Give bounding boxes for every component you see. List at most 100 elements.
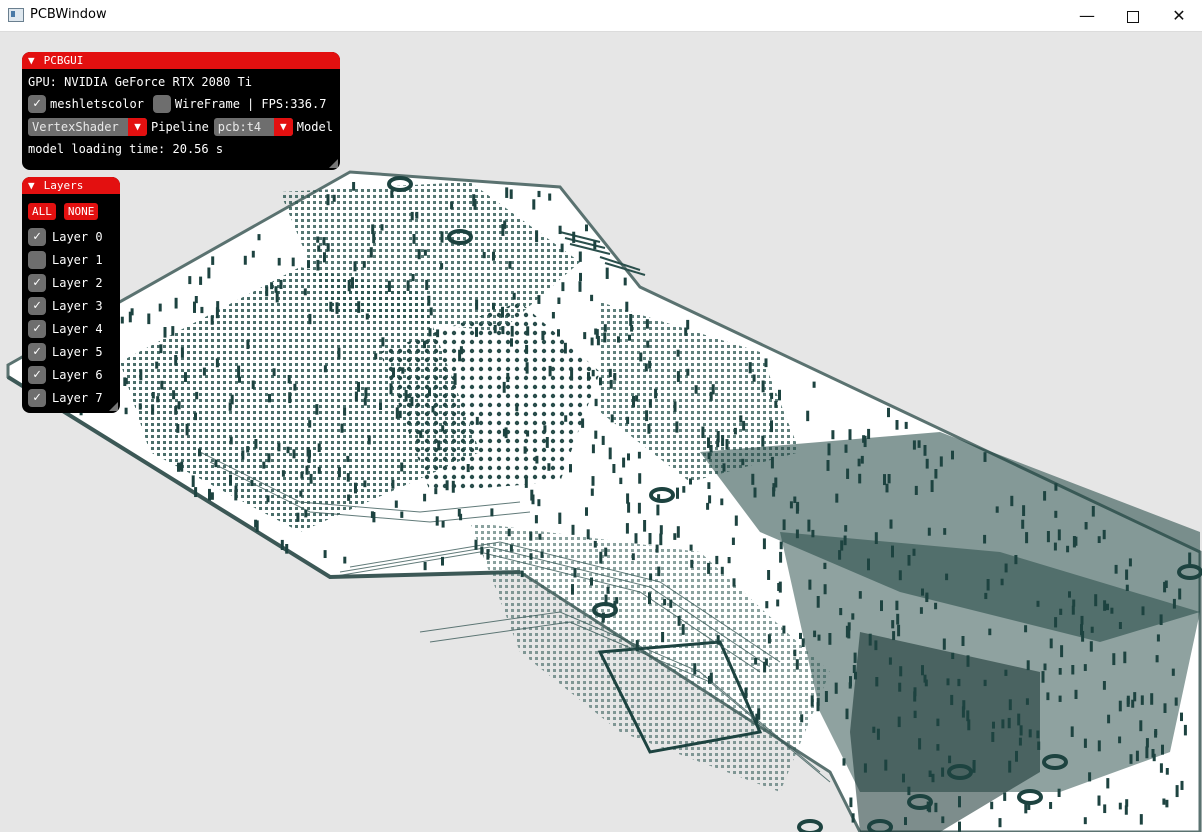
component-pin <box>534 515 538 524</box>
component-pin <box>1110 607 1114 614</box>
component-pin <box>188 276 192 285</box>
model-label: Model <box>296 119 333 134</box>
component-pin <box>1094 594 1098 607</box>
pcbgui-header[interactable]: ▼ PCBGUI <box>22 52 340 69</box>
component-pin <box>1057 788 1061 797</box>
pcbgui-panel[interactable]: ▼ PCBGUI GPU: NVIDIA GeForce RTX 2080 Ti… <box>22 52 340 170</box>
collapse-triangle-icon[interactable]: ▼ <box>28 179 35 192</box>
layer-row[interactable]: ✓ Layer 4 <box>28 317 114 340</box>
component-pin <box>972 760 976 771</box>
layer-label: Layer 7 <box>52 390 103 405</box>
component-pin <box>343 556 347 564</box>
component-pin <box>880 600 883 612</box>
component-pin <box>207 267 211 279</box>
layer-checkbox[interactable]: ✓ <box>28 296 46 315</box>
component-pin <box>1008 760 1012 773</box>
component-pin <box>590 337 594 346</box>
layer-checkbox[interactable]: ✓ <box>28 342 46 361</box>
component-pin <box>326 194 330 206</box>
layer-checkbox[interactable]: ✓ <box>28 227 46 246</box>
layer-checkbox[interactable]: ✓ <box>28 273 46 292</box>
resize-grip-icon[interactable] <box>109 402 118 411</box>
component-pin <box>1150 693 1154 705</box>
component-pin <box>876 728 880 740</box>
component-pin <box>251 380 255 389</box>
component-pin <box>983 679 987 687</box>
layers-header[interactable]: ▼ Layers <box>22 177 120 194</box>
component-pin <box>151 404 155 415</box>
layer-checkbox[interactable] <box>28 250 46 269</box>
component-pin <box>279 279 283 289</box>
select-all-layers-button[interactable]: ALL <box>28 202 56 220</box>
component-pin <box>351 277 354 289</box>
component-pin <box>872 726 876 733</box>
component-pin <box>1107 714 1111 724</box>
select-none-layers-button[interactable]: NONE <box>63 202 99 220</box>
component-pin <box>904 817 907 826</box>
component-pin <box>659 525 663 535</box>
layer-row[interactable]: ✓ Layer 3 <box>28 294 114 317</box>
layers-panel[interactable]: ▼ Layers ALL NONE ✓ Layer 0 Layer 1 ✓ Layer … <box>22 177 120 413</box>
component-pin <box>762 538 766 550</box>
component-pin <box>417 249 421 260</box>
layer-row[interactable]: Layer 1 <box>28 248 114 271</box>
component-pin <box>734 515 738 526</box>
component-pin <box>238 376 241 383</box>
component-pin <box>834 682 838 694</box>
model-select[interactable]: pcb:t4 ▼ <box>213 117 293 136</box>
component-pin <box>912 440 916 450</box>
layer-row[interactable]: ✓ Layer 0 <box>28 225 114 248</box>
resize-grip-icon[interactable] <box>329 159 338 168</box>
component-pin <box>440 263 444 270</box>
chevron-down-icon[interactable]: ▼ <box>128 117 147 136</box>
minimize-button[interactable]: — <box>1064 0 1110 31</box>
component-pin <box>581 418 585 428</box>
component-pin <box>411 274 415 282</box>
component-pin <box>379 402 382 411</box>
chevron-down-icon[interactable]: ▼ <box>273 117 293 136</box>
component-pin <box>510 325 514 337</box>
close-button[interactable]: ✕ <box>1156 0 1202 31</box>
pcbgui-title: PCBGUI <box>43 54 84 67</box>
component-pin <box>211 256 215 265</box>
component-pin <box>551 312 555 319</box>
component-pin <box>715 555 719 565</box>
component-pin <box>354 482 357 494</box>
component-pin <box>1125 799 1129 807</box>
component-pin <box>1071 605 1075 615</box>
component-pin <box>942 638 946 650</box>
component-pin <box>793 496 797 504</box>
meshletscolor-checkbox[interactable]: ✓ <box>28 94 46 113</box>
layer-checkbox[interactable]: ✓ <box>28 365 46 384</box>
layer-checkbox[interactable]: ✓ <box>28 388 46 407</box>
component-pin <box>1071 665 1075 675</box>
component-pin <box>1058 695 1062 702</box>
component-pin <box>757 708 761 720</box>
layer-row[interactable]: ✓ Layer 6 <box>28 363 114 386</box>
layer-row[interactable]: ✓ Layer 7 <box>28 386 114 409</box>
collapse-triangle-icon[interactable]: ▼ <box>28 54 35 67</box>
component-pin <box>845 708 849 720</box>
component-pin <box>605 267 609 279</box>
component-pin <box>951 450 954 460</box>
component-pin <box>626 416 630 425</box>
component-pin <box>548 193 552 201</box>
component-pin <box>1008 699 1012 711</box>
component-pin <box>923 674 927 683</box>
component-pin <box>210 315 214 325</box>
component-pin <box>450 201 454 210</box>
component-pin <box>813 630 817 638</box>
layer-row[interactable]: ✓ Layer 5 <box>28 340 114 363</box>
maximize-button[interactable] <box>1110 0 1156 31</box>
wireframe-checkbox[interactable] <box>152 94 171 113</box>
pipeline-select[interactable]: VertexShader ▼ <box>28 117 147 136</box>
component-pin <box>1139 814 1143 825</box>
layer-row[interactable]: ✓ Layer 2 <box>28 271 114 294</box>
component-pin <box>763 661 767 673</box>
component-pin <box>1015 750 1018 762</box>
component-pin <box>1060 645 1064 658</box>
component-pin <box>558 225 562 235</box>
component-pin <box>1180 780 1184 790</box>
layer-checkbox[interactable]: ✓ <box>28 319 46 338</box>
component-pin <box>1139 720 1143 732</box>
